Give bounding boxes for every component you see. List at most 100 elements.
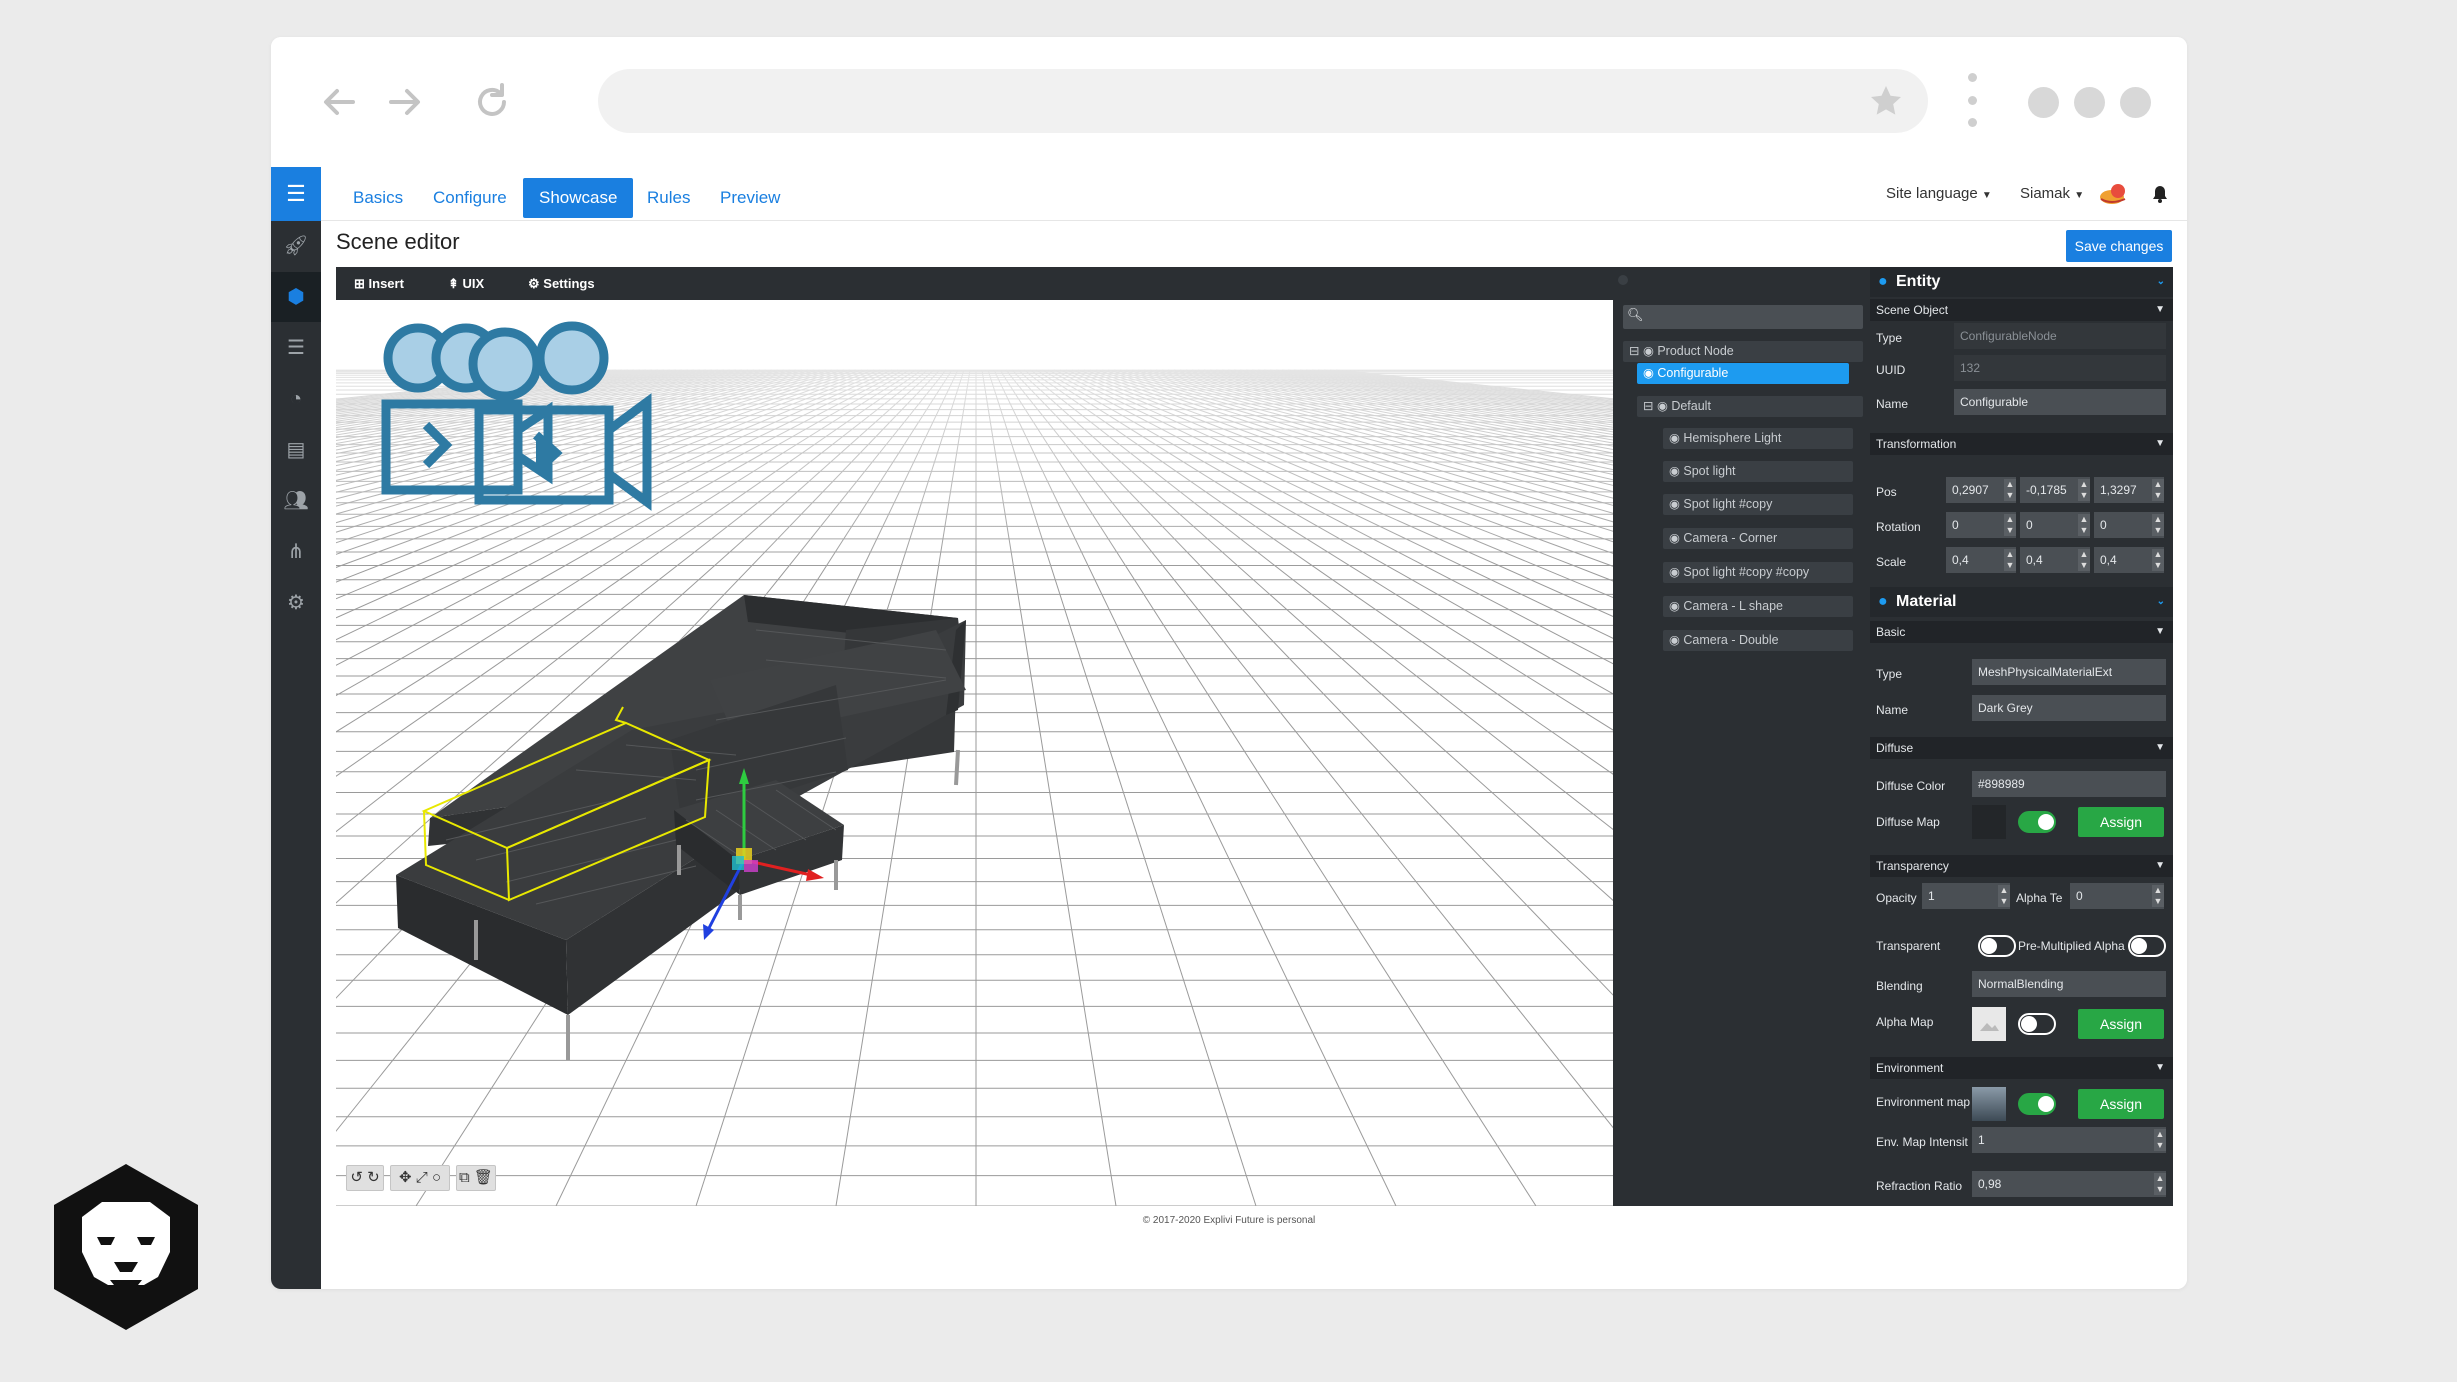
scale-y-input[interactable]: 0,4 ▲ ▼	[2020, 547, 2090, 573]
save-changes-button[interactable]: Save changes	[2066, 230, 2172, 262]
user-menu[interactable]: Siamak ▼	[2020, 167, 2084, 221]
alpha-test-input[interactable]: 0 ▲ ▼	[2070, 883, 2164, 909]
scene-object-subheader[interactable]: Scene Object ▼	[1870, 299, 2173, 321]
reload-icon[interactable]	[467, 77, 517, 127]
bell-icon[interactable]	[2151, 184, 2169, 204]
spinner-icon[interactable]: ▲ ▼	[2154, 1173, 2166, 1195]
rotate-icon[interactable]: ○	[432, 1169, 441, 1186]
cogs-icon[interactable]: ⚙	[271, 578, 321, 628]
browser-menu-dot[interactable]	[1968, 96, 1977, 105]
tab-configure[interactable]: Configure	[417, 178, 523, 218]
window-control-dot[interactable]	[2028, 87, 2059, 118]
undo-icon[interactable]: ↺	[350, 1169, 363, 1186]
tab-rules[interactable]: Rules	[631, 178, 706, 218]
spinner-icon[interactable]: ▲ ▼	[2078, 549, 2090, 571]
rotation-z-input[interactable]: 0 ▲ ▼	[2094, 512, 2164, 538]
premultiplied-alpha-toggle[interactable]	[2128, 935, 2166, 957]
pos-z-input[interactable]: 1,3297 ▲ ▼	[2094, 477, 2164, 503]
diffuse-subheader[interactable]: Diffuse ▼	[1870, 737, 2173, 759]
sitemap-icon[interactable]: ⋔	[271, 527, 321, 577]
spinner-icon[interactable]: ▲ ▼	[2004, 479, 2016, 501]
alpha-map-assign-button[interactable]: Assign	[2078, 1009, 2164, 1039]
window-control-dot[interactable]	[2074, 87, 2105, 118]
tab-basics[interactable]: Basics	[337, 178, 419, 218]
avatar[interactable]	[2097, 179, 2131, 209]
material-section-header[interactable]: ● Material ⌄	[1870, 587, 2173, 617]
tree-node-camera-double[interactable]: ◉ Camera - Double	[1663, 630, 1853, 651]
settings-button[interactable]: ⚙ Settings	[528, 267, 595, 300]
move-icon[interactable]: ✥	[399, 1169, 412, 1186]
browser-menu-dot[interactable]	[1968, 73, 1977, 82]
scene-canvas[interactable]	[336, 300, 1613, 1206]
forward-icon[interactable]	[379, 77, 429, 127]
list-icon[interactable]: ☰	[271, 323, 321, 373]
rotation-y-input[interactable]: 0 ▲ ▼	[2020, 512, 2090, 538]
pos-y-input[interactable]: -0,1785 ▲ ▼	[2020, 477, 2090, 503]
environment-subheader[interactable]: Environment ▼	[1870, 1057, 2173, 1079]
basic-subheader[interactable]: Basic ▼	[1870, 621, 2173, 643]
spinner-icon[interactable]: ▲ ▼	[2152, 549, 2164, 571]
material-type-field[interactable]: MeshPhysicalMaterialExt	[1972, 659, 2166, 685]
browser-menu-dot[interactable]	[1968, 118, 1977, 127]
tree-node-camera-corner[interactable]: ◉ Camera - Corner	[1663, 528, 1853, 549]
tree-node-product-node[interactable]: ⊟ ◉ Product Node	[1623, 341, 1863, 362]
spinner-icon[interactable]: ▲ ▼	[1998, 885, 2010, 907]
rocket-icon[interactable]: 🚀︎	[271, 221, 321, 271]
env-map-intensity-input[interactable]: 1 ▲ ▼	[1972, 1127, 2166, 1153]
image-placeholder-icon[interactable]	[1972, 1007, 2006, 1041]
refraction-ratio-input[interactable]: 0,98 ▲ ▼	[1972, 1171, 2166, 1197]
spinner-icon[interactable]: ▲ ▼	[2154, 1129, 2166, 1151]
tree-node-spot-light-copy[interactable]: ◉ Spot light #copy	[1663, 494, 1853, 515]
clone-icon[interactable]: ⧉	[459, 1169, 470, 1186]
spinner-icon[interactable]: ▲ ▼	[2004, 514, 2016, 536]
transformation-subheader[interactable]: Transformation ▼	[1870, 433, 2173, 455]
back-icon[interactable]	[315, 77, 365, 127]
opacity-input[interactable]: 1 ▲ ▼	[1922, 883, 2010, 909]
environment-map-thumbnail[interactable]	[1972, 1087, 2006, 1121]
cube-icon[interactable]: ⬢	[271, 272, 321, 322]
spinner-icon[interactable]: ▲ ▼	[2152, 479, 2164, 501]
pie-chart-icon[interactable]: ◔	[271, 374, 321, 424]
tree-node-default[interactable]: ⊟ ◉ Default	[1637, 396, 1863, 417]
diffuse-color-field[interactable]: #898989	[1972, 771, 2166, 797]
site-language-dropdown[interactable]: Site language ▼	[1886, 167, 1992, 221]
3d-viewport[interactable]: ⊞ Insert ⇞ UIX ⚙ Settings ↺ ↻ ✥ ⤢ ○ ⧉ 🗑︎	[336, 267, 1613, 1206]
tab-showcase[interactable]: Showcase	[523, 178, 634, 218]
spinner-icon[interactable]: ▲ ▼	[2078, 479, 2090, 501]
pos-x-input[interactable]: 0,2907 ▲ ▼	[1946, 477, 2016, 503]
redo-icon[interactable]: ↻	[367, 1169, 380, 1186]
spinner-icon[interactable]: ▲ ▼	[2152, 514, 2164, 536]
blending-select[interactable]: NormalBlending	[1972, 971, 2166, 997]
diffuse-map-assign-button[interactable]: Assign	[2078, 807, 2164, 837]
tree-node-spot-light[interactable]: ◉ Spot light	[1663, 461, 1853, 482]
diffuse-map-toggle[interactable]	[2018, 811, 2056, 833]
uix-button[interactable]: ⇞ UIX	[448, 267, 484, 300]
tree-node-spot-light-copy-copy[interactable]: ◉ Spot light #copy #copy	[1663, 562, 1853, 583]
address-bar[interactable]	[598, 69, 1928, 133]
tree-node-configurable[interactable]: ◉ Configurable	[1637, 363, 1849, 384]
scale-x-input[interactable]: 0,4 ▲ ▼	[1946, 547, 2016, 573]
tree-node-camera-l-shape[interactable]: ◉ Camera - L shape	[1663, 596, 1853, 617]
users-icon[interactable]: 👥︎	[271, 476, 321, 526]
environment-map-assign-button[interactable]: Assign	[2078, 1089, 2164, 1119]
entity-section-header[interactable]: ● Entity ⌄	[1870, 267, 2173, 297]
alpha-map-toggle[interactable]	[2018, 1013, 2056, 1035]
window-control-dot[interactable]	[2120, 87, 2151, 118]
rotation-x-input[interactable]: 0 ▲ ▼	[1946, 512, 2016, 538]
diffuse-map-thumbnail[interactable]	[1972, 805, 2006, 839]
tree-node-hemisphere-light[interactable]: ◉ Hemisphere Light	[1663, 428, 1853, 449]
environment-map-toggle[interactable]	[2018, 1093, 2056, 1115]
spinner-icon[interactable]: ▲ ▼	[2078, 514, 2090, 536]
trash-icon[interactable]: 🗑︎	[474, 1169, 493, 1186]
name-field[interactable]: Configurable	[1954, 389, 2166, 415]
tab-preview[interactable]: Preview	[704, 178, 796, 218]
scale-z-input[interactable]: 0,4 ▲ ▼	[2094, 547, 2164, 573]
insert-button[interactable]: ⊞ Insert	[354, 267, 404, 300]
transparent-toggle[interactable]	[1978, 935, 2016, 957]
spinner-icon[interactable]: ▲ ▼	[2004, 549, 2016, 571]
tree-search-input[interactable]: 🔍︎	[1623, 305, 1863, 329]
scale-icon[interactable]: ⤢	[416, 1169, 428, 1186]
transparency-subheader[interactable]: Transparency ▼	[1870, 855, 2173, 877]
table-icon[interactable]: ▤	[271, 425, 321, 475]
bookmark-star-icon[interactable]	[1868, 83, 1904, 119]
